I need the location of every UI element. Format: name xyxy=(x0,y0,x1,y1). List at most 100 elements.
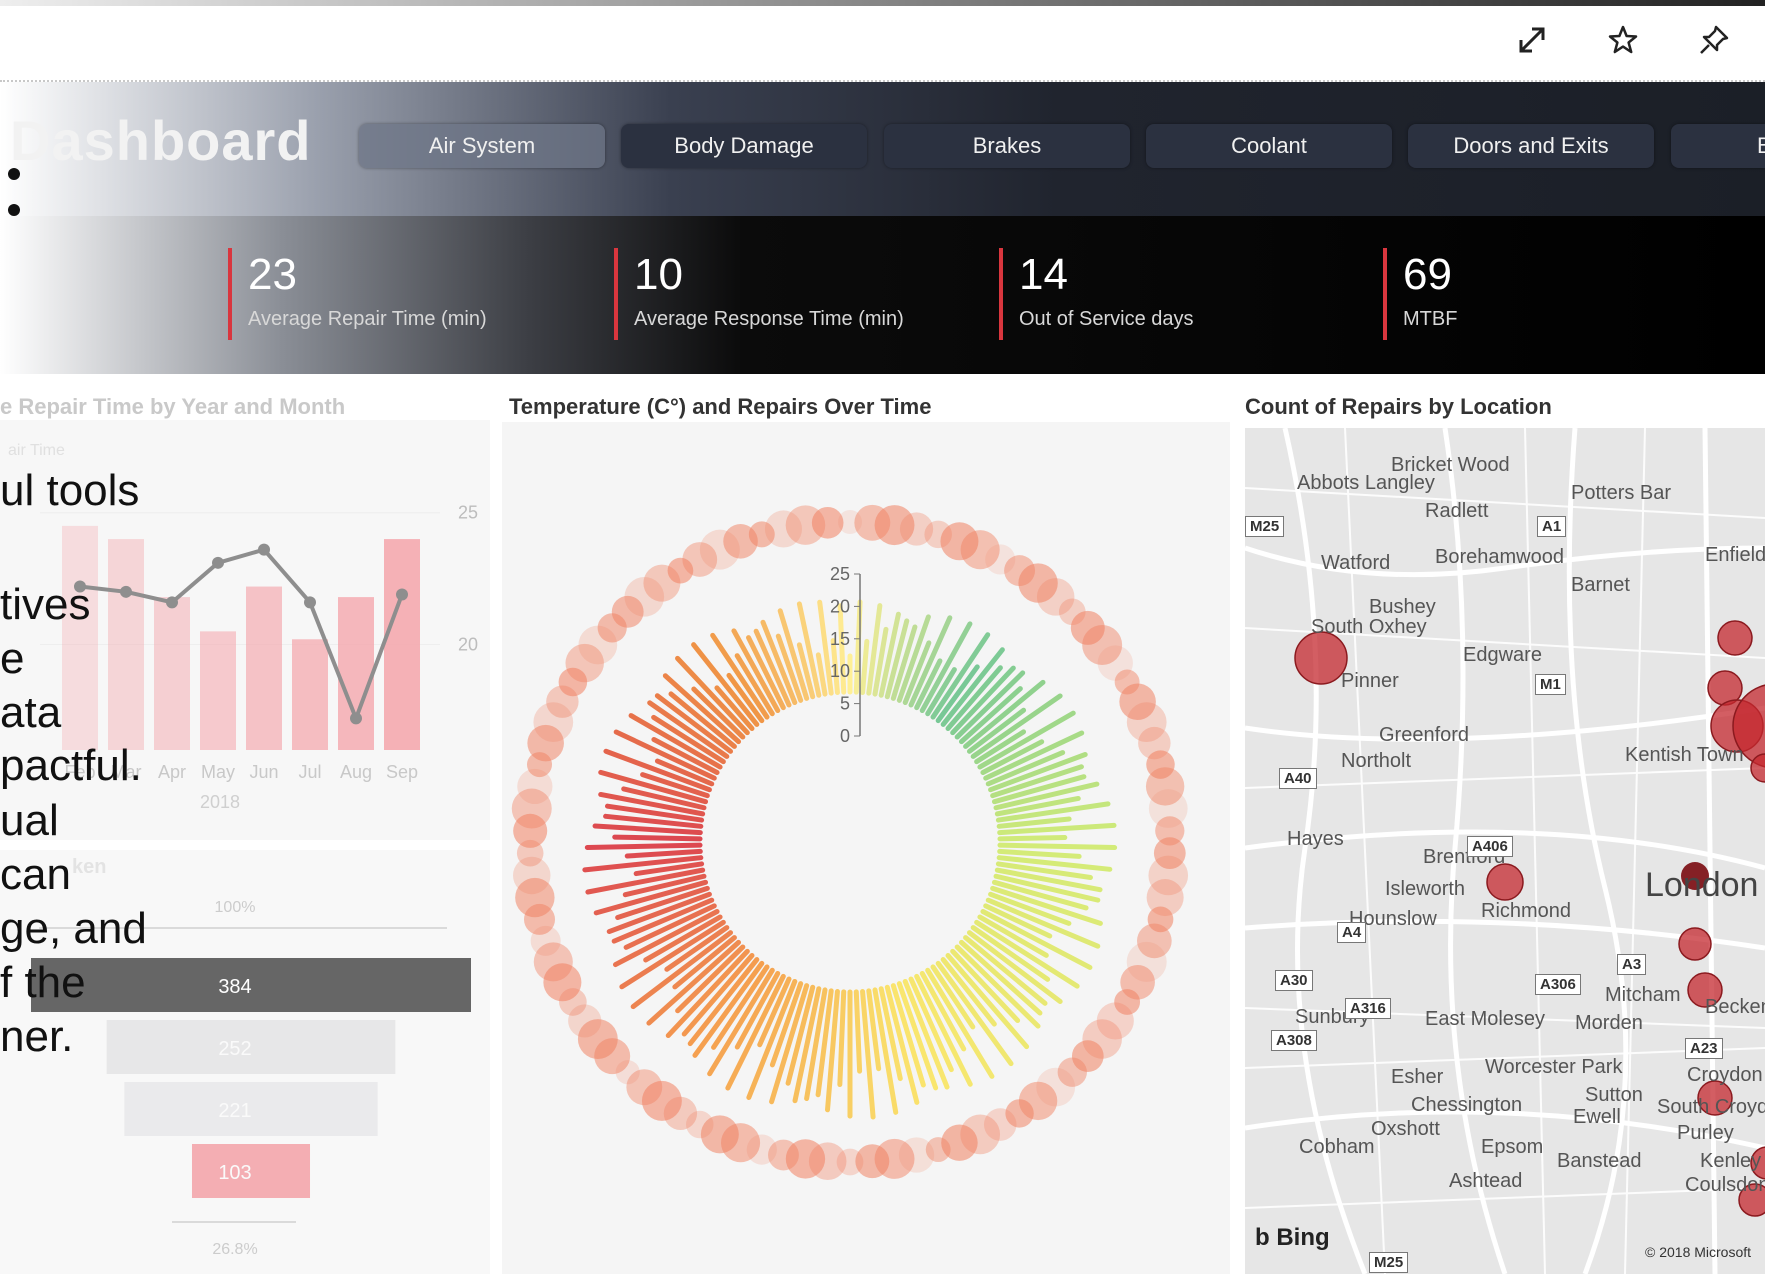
tab-body-damage[interactable]: Body Damage xyxy=(621,124,867,168)
x-tick-label: Jul xyxy=(298,762,321,782)
radial-tick-label: 5 xyxy=(840,694,850,714)
map-place-label: Pinner xyxy=(1341,670,1399,692)
radial-bar xyxy=(860,638,870,696)
map-place-label: Worcester Park xyxy=(1485,1056,1623,1078)
map-place-label: Potters Bar xyxy=(1571,482,1672,504)
center-chart-title: Temperature (C°) and Repairs Over Time xyxy=(509,394,932,419)
radial-bar xyxy=(612,834,703,842)
map-road-shield: M1 xyxy=(1535,674,1566,695)
kpi-avg-response-time: 10 Average Response Time (min) xyxy=(614,248,904,340)
tab-partial[interactable]: B xyxy=(1671,124,1765,168)
pin-icon[interactable] xyxy=(1694,20,1734,60)
y-tick-label: 25 xyxy=(458,503,478,523)
map-place-label: Purley xyxy=(1677,1122,1734,1144)
bar[interactable] xyxy=(62,525,98,750)
map-place-label: Abbots Langley xyxy=(1297,472,1435,494)
map-place-label: Coulsdon xyxy=(1685,1174,1765,1196)
kpi-label: Out of Service days xyxy=(1019,308,1194,330)
tab-air-system[interactable]: Air System xyxy=(359,124,605,168)
kpi-label: Average Response Time (min) xyxy=(634,308,904,330)
map-place-label: South Oxhey xyxy=(1311,616,1427,638)
map-place-label: Kentish Town xyxy=(1625,744,1744,766)
bar[interactable] xyxy=(338,597,374,750)
radial-bar xyxy=(624,848,703,859)
funnel-title: ken xyxy=(72,856,107,878)
radial-bar xyxy=(584,842,703,851)
map-place-label: London xyxy=(1645,866,1759,904)
map-road-shield: A3 xyxy=(1617,954,1647,975)
expand-icon[interactable] xyxy=(1512,20,1552,60)
line-point[interactable] xyxy=(304,596,316,609)
bar[interactable] xyxy=(200,631,236,750)
tab-coolant[interactable]: Coolant xyxy=(1146,124,1392,168)
line-point[interactable] xyxy=(396,588,408,601)
map-place-label: Mitcham xyxy=(1605,984,1681,1006)
bar[interactable] xyxy=(108,539,144,750)
left-chart-subtitle: air Time xyxy=(8,442,65,459)
line-point[interactable] xyxy=(258,543,270,556)
funnel-top-label: 100% xyxy=(215,899,256,916)
map-road-shield: A316 xyxy=(1345,998,1391,1019)
left-chart-title: e Repair Time by Year and Month xyxy=(0,394,346,419)
funnel-value-label: 221 xyxy=(218,1100,251,1122)
overlay-line: ual xyxy=(0,796,59,845)
map-road-shield: A40 xyxy=(1279,768,1317,789)
overlay-line: pactful. xyxy=(0,741,142,790)
radial-tick-label: 25 xyxy=(830,564,850,584)
x-tick-label: Aug xyxy=(340,762,372,782)
map-place-label: Kenley xyxy=(1700,1150,1762,1172)
line-point[interactable] xyxy=(350,712,362,725)
map-place-label: Hayes xyxy=(1287,828,1344,850)
line-point[interactable] xyxy=(212,556,224,569)
bar[interactable] xyxy=(154,597,190,750)
radial-bar xyxy=(837,989,847,1088)
radial-tick-label: 10 xyxy=(830,661,850,681)
overlay-line: tives xyxy=(0,580,91,629)
radial-tick-label: 20 xyxy=(830,596,850,616)
kpi-mtbf: 69 MTBF xyxy=(1383,248,1457,340)
radial-temperature-chart: 0 5 10 15 20 25 xyxy=(511,504,1189,1181)
map-copyright: © 2018 Microsoft xyxy=(1645,1244,1752,1260)
radial-tick-label: 15 xyxy=(830,629,850,649)
map-place-label: Radlett xyxy=(1425,500,1489,522)
bar[interactable] xyxy=(246,586,282,750)
favorite-star-icon[interactable] xyxy=(1603,20,1643,60)
visual-toolbar xyxy=(0,6,1765,82)
bing-logo: b Bing xyxy=(1255,1224,1330,1251)
map-place-label: Richmond xyxy=(1481,900,1572,922)
map-road-shield: A406 xyxy=(1467,836,1513,857)
dashboard-title: Dashboard xyxy=(10,109,312,172)
map-road-shield: A4 xyxy=(1337,922,1367,943)
dashboard-header: Dashboard Air System Body Damage Brakes … xyxy=(0,82,1765,216)
bar[interactable] xyxy=(292,639,328,750)
map-place-label: Northolt xyxy=(1341,750,1412,772)
map-place-label: Oxshott xyxy=(1371,1118,1440,1140)
radial-bar xyxy=(853,989,863,1074)
radial-tick-label: 0 xyxy=(840,726,850,746)
map-place-label: Morden xyxy=(1575,1012,1643,1034)
map-road-shield: A23 xyxy=(1685,1038,1723,1059)
repair-bubble[interactable] xyxy=(811,506,844,539)
kpi-out-of-service: 14 Out of Service days xyxy=(999,248,1194,340)
line-point[interactable] xyxy=(120,585,132,598)
kpi-value: 23 xyxy=(248,250,297,299)
line-point[interactable] xyxy=(166,596,178,609)
overlay-line: ner. xyxy=(0,1012,74,1061)
repairs-map[interactable]: Bricket Wood Abbots Langley Potters Bar Rad… xyxy=(1245,428,1765,1274)
map-place-label: East Molesey xyxy=(1425,1008,1546,1030)
kpi-label: Average Repair Time (min) xyxy=(248,308,487,330)
funnel-value-label: 252 xyxy=(218,1038,251,1060)
map-place-label: Epsom xyxy=(1481,1136,1544,1158)
overlay-line: e xyxy=(0,634,25,683)
tab-brakes[interactable]: Brakes xyxy=(884,124,1130,168)
map-place-label: South Croydon xyxy=(1657,1096,1765,1118)
overlay-line: ul tools xyxy=(0,466,140,515)
map-place-label: Ashtead xyxy=(1449,1170,1523,1192)
map-road-shield: A1 xyxy=(1537,516,1567,537)
map-place-label: Isleworth xyxy=(1385,878,1466,900)
radial-bar xyxy=(997,848,1082,859)
funnel-bottom-label: 26.8% xyxy=(212,1241,257,1258)
bar[interactable] xyxy=(384,539,420,750)
map-place-label: Banstead xyxy=(1557,1150,1642,1172)
tab-doors-and-exits[interactable]: Doors and Exits xyxy=(1408,124,1654,168)
